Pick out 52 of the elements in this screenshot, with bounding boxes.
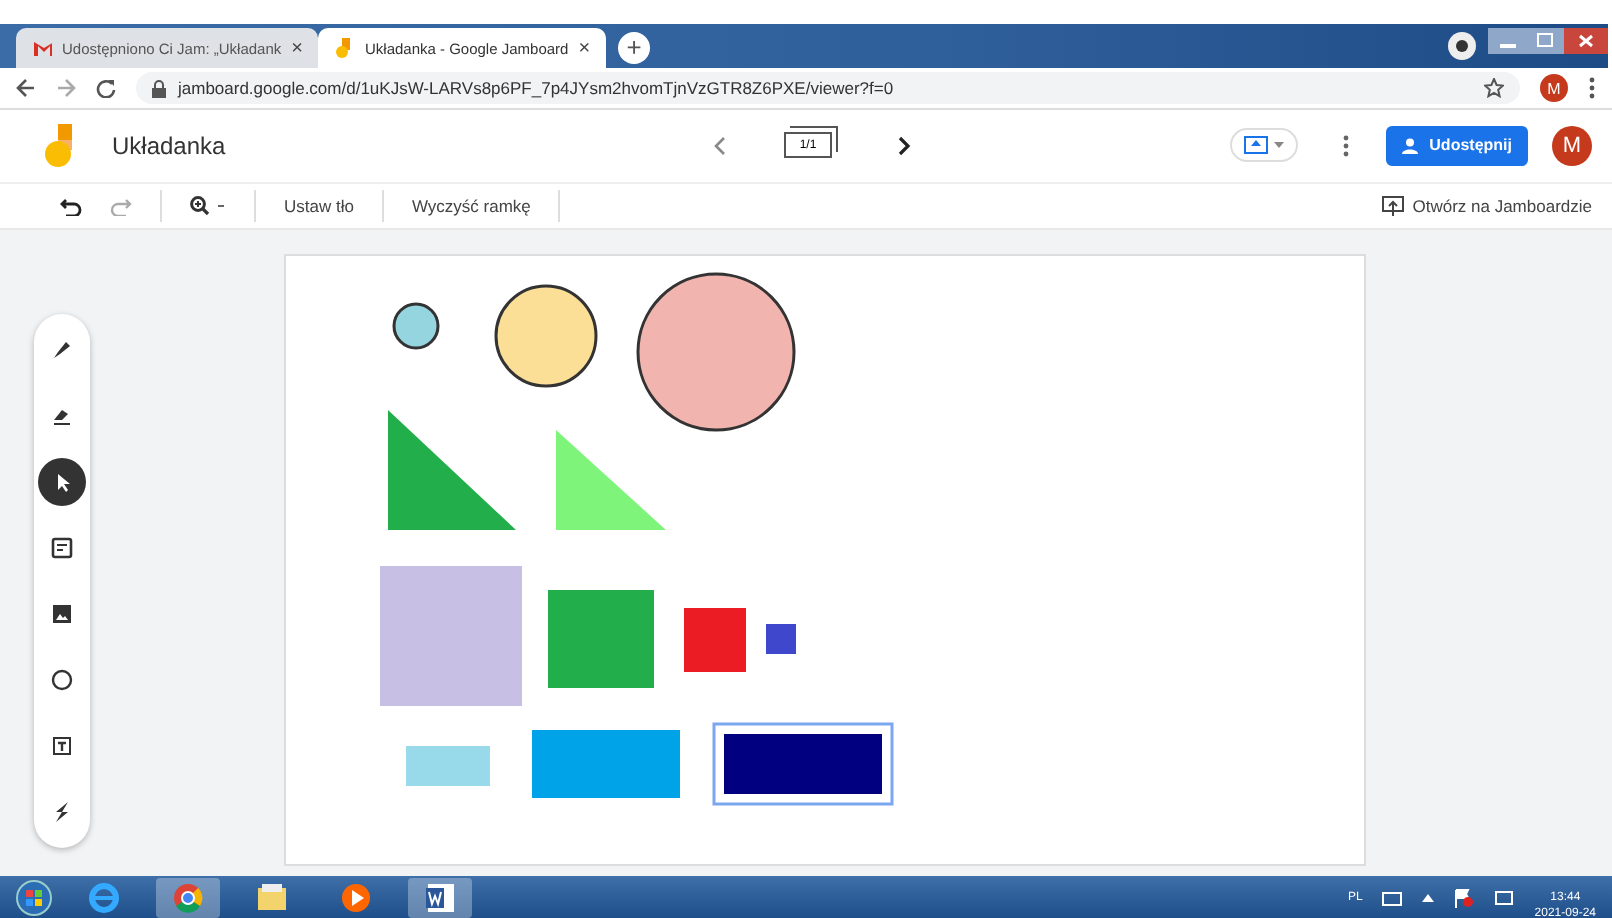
chrome-icon[interactable] — [172, 881, 204, 914]
toolbar-action[interactable]: Ustaw tło — [284, 196, 354, 217]
new-tab-button[interactable]: + — [618, 32, 651, 64]
profile-avatar[interactable]: M — [1540, 74, 1568, 102]
triangle-shape[interactable] — [388, 410, 516, 531]
tray-arrow-icon[interactable] — [1422, 893, 1435, 902]
jamboard-logo-icon — [44, 123, 76, 168]
textbox-icon — [50, 734, 74, 759]
jamboard-logo-icon — [334, 38, 355, 58]
note-icon — [50, 536, 74, 561]
star-icon — [1484, 78, 1504, 98]
lock-icon — [152, 79, 166, 97]
folder-icon[interactable] — [256, 881, 288, 914]
share-button[interactable]: Udostępnij — [1385, 125, 1528, 166]
window-controls-icon — [1488, 28, 1608, 56]
rect-shape[interactable] — [766, 624, 796, 655]
open-on-jamboard-button[interactable]: Otwórz na Jamboardzie — [1382, 196, 1592, 217]
monitor-icon — [1382, 196, 1405, 217]
image-icon — [50, 602, 74, 627]
circle-icon — [50, 668, 74, 693]
more-options-icon — [1588, 76, 1596, 100]
mail-icon — [32, 38, 52, 58]
user-avatar[interactable]: M — [1552, 125, 1592, 166]
person-add-icon — [1401, 137, 1422, 154]
select-tool-button[interactable] — [38, 458, 86, 507]
present-icon — [1243, 136, 1268, 155]
reload-icon — [96, 78, 116, 98]
circle-shape[interactable] — [392, 303, 440, 351]
close-tab-icon[interactable]: × — [291, 37, 303, 59]
caret-icon — [1273, 142, 1284, 149]
toolbar-action[interactable]: Wyczyść ramkę — [411, 196, 531, 217]
circle-shape[interactable] — [636, 273, 796, 433]
address-field[interactable]: jamboard.google.com/d/1uKJsW-LARVs8p6PF_7p4JYsm2hvomTjnVzGTR8Z6PXE/viewer?f=0 — [136, 72, 1520, 104]
pen-icon — [50, 338, 74, 363]
word-icon[interactable] — [424, 881, 456, 914]
more-options-icon[interactable] — [1341, 133, 1350, 158]
next-frame-icon[interactable] — [896, 135, 912, 156]
zoom-icon[interactable] — [190, 196, 226, 217]
jam-title[interactable]: Układanka — [112, 131, 712, 160]
circle-shape[interactable] — [494, 285, 598, 389]
start-button-icon[interactable] — [16, 879, 52, 916]
flag-icon[interactable] — [1454, 887, 1475, 908]
ie-icon[interactable] — [88, 881, 120, 914]
present-button[interactable] — [1229, 128, 1298, 163]
close-tab-icon[interactable]: × — [578, 37, 591, 59]
forward-arrow-icon — [56, 78, 76, 98]
eraser-icon — [50, 404, 74, 429]
rect-shape[interactable] — [712, 723, 894, 807]
previous-frame-icon[interactable] — [712, 135, 728, 156]
undo-icon[interactable] — [60, 197, 82, 216]
back-arrow-icon — [16, 78, 36, 98]
media-player-icon[interactable] — [340, 881, 372, 914]
